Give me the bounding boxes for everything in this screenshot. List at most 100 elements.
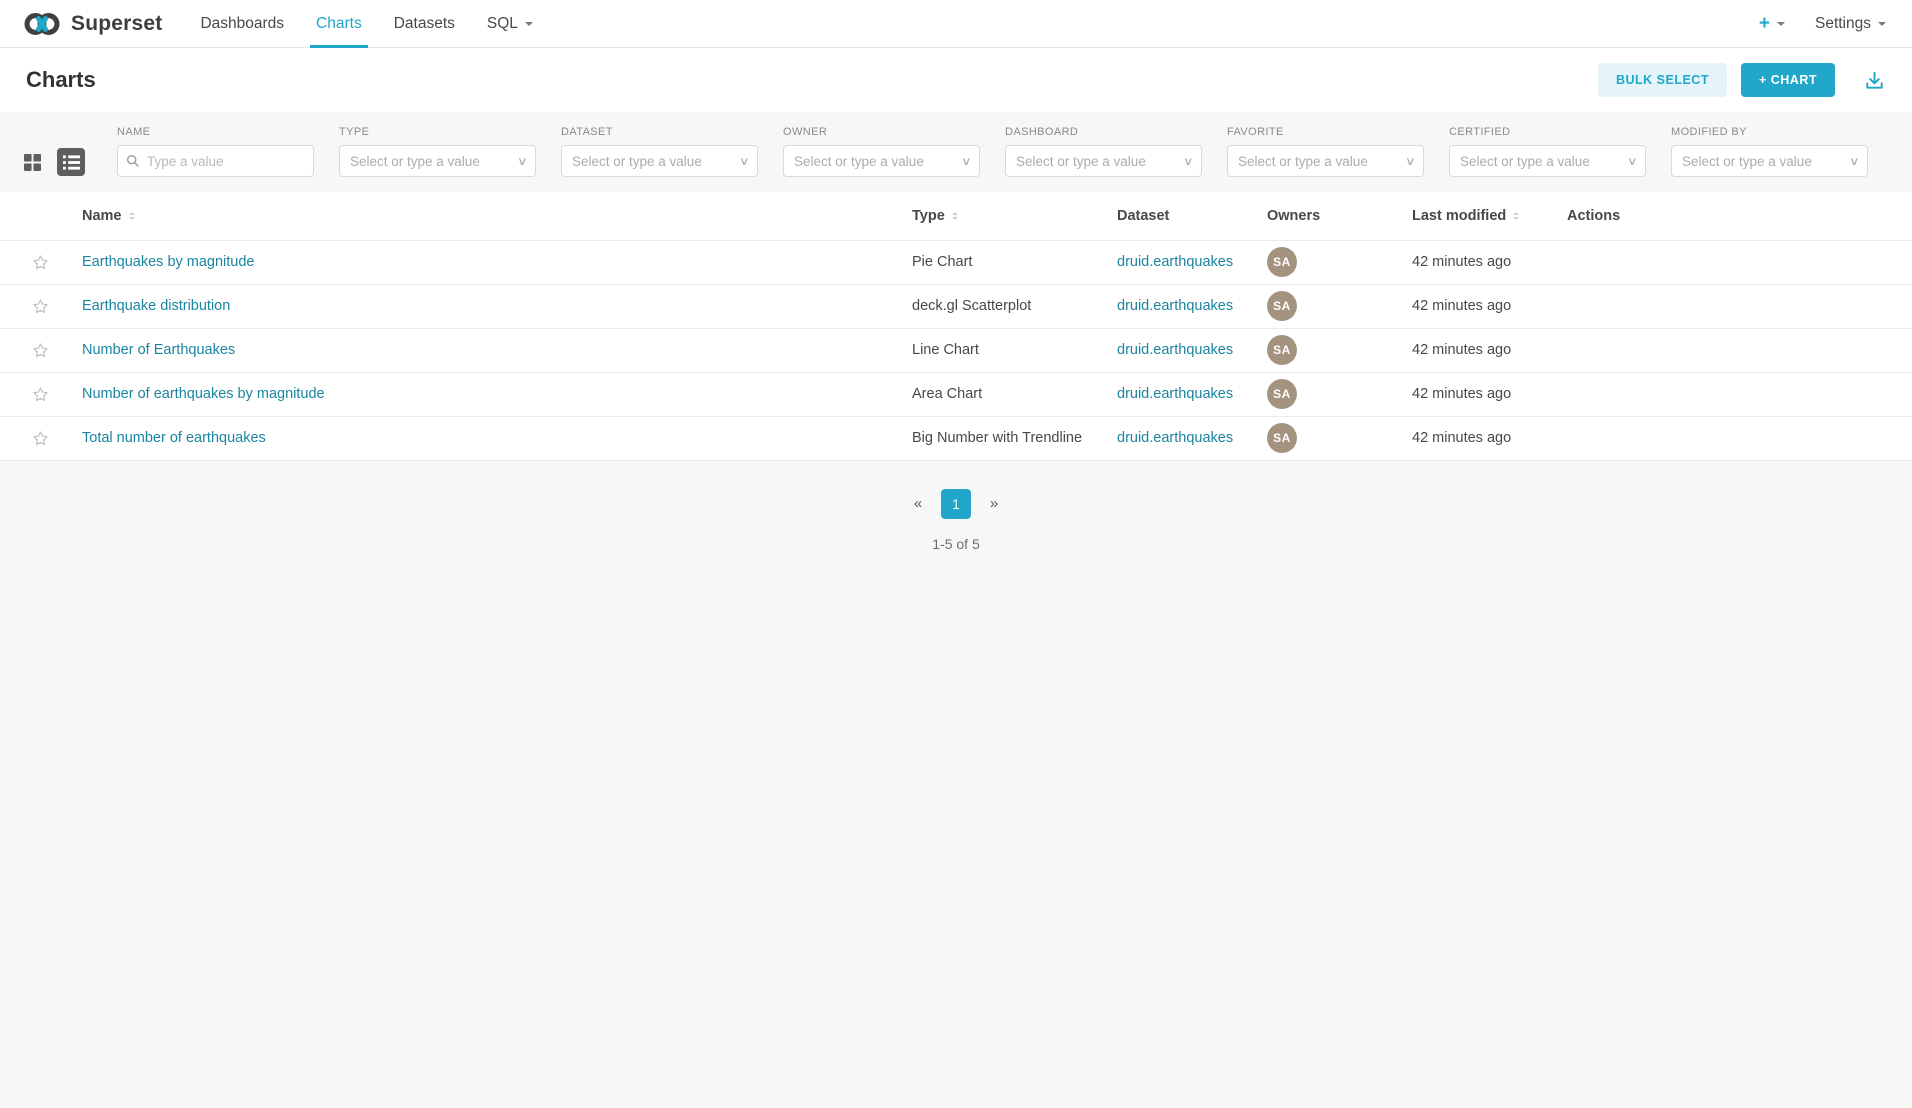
star-icon — [32, 386, 49, 403]
pagination-page-button[interactable]: 1 — [941, 489, 971, 519]
column-header-inner: Actions — [1567, 208, 1900, 224]
sort-icon — [952, 209, 958, 223]
chart-name-link[interactable]: Number of Earthquakes — [82, 342, 235, 358]
dataset-link[interactable]: druid.earthquakes — [1117, 254, 1233, 270]
owner-avatar[interactable]: SA — [1267, 247, 1297, 277]
last-modified-cell: 42 minutes ago — [1400, 372, 1555, 416]
dashboard-filter-select[interactable]: Select or type a value∨ — [1005, 145, 1202, 177]
chevron-down-icon: ∨ — [1183, 154, 1194, 168]
last-modified-cell: 42 minutes ago — [1400, 328, 1555, 372]
chart-name-link[interactable]: Earthquake distribution — [82, 298, 230, 314]
name-filter-input[interactable] — [117, 145, 314, 177]
filter-owner: OWNERSelect or type a value∨ — [783, 126, 980, 177]
filter-name: NAME — [117, 126, 314, 177]
favorite-cell — [0, 372, 70, 416]
dataset-filter-select[interactable]: Select or type a value∨ — [561, 145, 758, 177]
main-nav: DashboardsChartsDatasetsSQL — [184, 0, 548, 47]
select-placeholder: Select or type a value — [572, 154, 736, 169]
bulk-select-button[interactable]: BULK SELECT — [1598, 63, 1727, 97]
owner-avatar[interactable]: SA — [1267, 335, 1297, 365]
chart-name-cell: Earthquakes by magnitude — [70, 240, 900, 284]
pagination-prev-button[interactable]: « — [903, 489, 933, 519]
certified-filter-select[interactable]: Select or type a value∨ — [1449, 145, 1646, 177]
sort-icon — [129, 209, 135, 223]
dataset-cell: druid.earthquakes — [1105, 284, 1255, 328]
owners-cell: SA — [1255, 240, 1400, 284]
filter-label: DATASET — [561, 126, 758, 138]
select-placeholder: Select or type a value — [794, 154, 958, 169]
nav-item-datasets[interactable]: Datasets — [378, 0, 471, 47]
select-placeholder: Select or type a value — [1238, 154, 1402, 169]
list-view-toggle[interactable] — [57, 148, 85, 176]
new-item-menu[interactable]: + — [1759, 14, 1785, 33]
table-row: Number of EarthquakesLine Chartdruid.ear… — [0, 328, 1912, 372]
chart-name-cell: Earthquake distribution — [70, 284, 900, 328]
dataset-link[interactable]: druid.earthquakes — [1117, 298, 1233, 314]
chart-name-link[interactable]: Number of earthquakes by magnitude — [82, 386, 325, 402]
chevron-down-icon: ∨ — [1405, 154, 1416, 168]
page-title: Charts — [26, 67, 96, 93]
chevron-down-icon: ∨ — [517, 154, 528, 168]
table-row: Earthquake distribution deck.gl Scatterpl… — [0, 284, 1912, 328]
actions-cell — [1555, 416, 1912, 460]
column-header-last-modified[interactable]: Last modified — [1400, 192, 1555, 240]
owners-cell: SA — [1255, 372, 1400, 416]
favorite-star-button[interactable] — [32, 298, 49, 315]
table-row: Number of earthquakes by magnitudeArea C… — [0, 372, 1912, 416]
column-header-inner: Owners — [1267, 208, 1388, 224]
owner-avatar[interactable]: SA — [1267, 423, 1297, 453]
chart-type-cell: deck.gl Scatterplot — [900, 284, 1105, 328]
pagination: « 1 » — [0, 489, 1912, 519]
table-header-row: NameTypeDatasetOwnersLast modifiedAction… — [0, 192, 1912, 240]
filter-favorite: FAVORITESelect or type a value∨ — [1227, 126, 1424, 177]
owner-filter-select[interactable]: Select or type a value∨ — [783, 145, 980, 177]
pagination-summary: 1-5 of 5 — [0, 536, 1912, 552]
chart-name-link[interactable]: Total number of earthquakes — [82, 430, 266, 446]
chart-name-cell: Total number of earthquakes — [70, 416, 900, 460]
owner-avatar[interactable]: SA — [1267, 379, 1297, 409]
add-chart-button[interactable]: + CHART — [1741, 63, 1835, 97]
column-header-owners: Owners — [1255, 192, 1400, 240]
favorite-star-button[interactable] — [32, 430, 49, 447]
actions-cell — [1555, 328, 1912, 372]
dataset-link[interactable]: druid.earthquakes — [1117, 430, 1233, 446]
dataset-link[interactable]: druid.earthquakes — [1117, 386, 1233, 402]
column-header-inner: Last modified — [1412, 208, 1543, 224]
nav-item-charts[interactable]: Charts — [300, 0, 378, 47]
download-icon — [1863, 69, 1886, 92]
charts-table: NameTypeDatasetOwnersLast modifiedAction… — [0, 192, 1912, 461]
filter-label: TYPE — [339, 126, 536, 138]
pagination-next-button[interactable]: » — [979, 489, 1009, 519]
card-view-toggle[interactable] — [18, 148, 46, 176]
superset-logo[interactable]: Superset — [22, 0, 162, 47]
column-header-type[interactable]: Type — [900, 192, 1105, 240]
actions-cell — [1555, 240, 1912, 284]
nav-item-dashboards[interactable]: Dashboards — [184, 0, 300, 47]
chevron-down-icon — [1878, 22, 1886, 30]
filter-bar: NAMETYPESelect or type a value∨DATASETSe… — [0, 112, 1912, 192]
star-icon — [32, 430, 49, 447]
settings-menu[interactable]: Settings — [1815, 15, 1886, 33]
import-charts-button[interactable] — [1863, 69, 1886, 92]
select-placeholder: Select or type a value — [1016, 154, 1180, 169]
owner-avatar[interactable]: SA — [1267, 291, 1297, 321]
type-filter-select[interactable]: Select or type a value∨ — [339, 145, 536, 177]
favorite-star-button[interactable] — [32, 254, 49, 271]
dataset-link[interactable]: druid.earthquakes — [1117, 342, 1233, 358]
favorite-cell — [0, 284, 70, 328]
brand-name: Superset — [71, 12, 162, 36]
last-modified-cell: 42 minutes ago — [1400, 284, 1555, 328]
favorite-filter-select[interactable]: Select or type a value∨ — [1227, 145, 1424, 177]
owners-cell: SA — [1255, 328, 1400, 372]
nav-item-sql[interactable]: SQL — [471, 0, 549, 47]
chart-name-link[interactable]: Earthquakes by magnitude — [82, 254, 255, 270]
filters-row: NAMETYPESelect or type a value∨DATASETSe… — [117, 126, 1886, 177]
last-modified-cell: 42 minutes ago — [1400, 240, 1555, 284]
chart-type-cell: Pie Chart — [900, 240, 1105, 284]
favorite-star-button[interactable] — [32, 342, 49, 359]
search-box — [117, 145, 314, 177]
column-header-name[interactable]: Name — [70, 192, 900, 240]
favorite-star-button[interactable] — [32, 386, 49, 403]
view-toggles — [18, 126, 85, 177]
modified-by-filter-select[interactable]: Select or type a value∨ — [1671, 145, 1868, 177]
